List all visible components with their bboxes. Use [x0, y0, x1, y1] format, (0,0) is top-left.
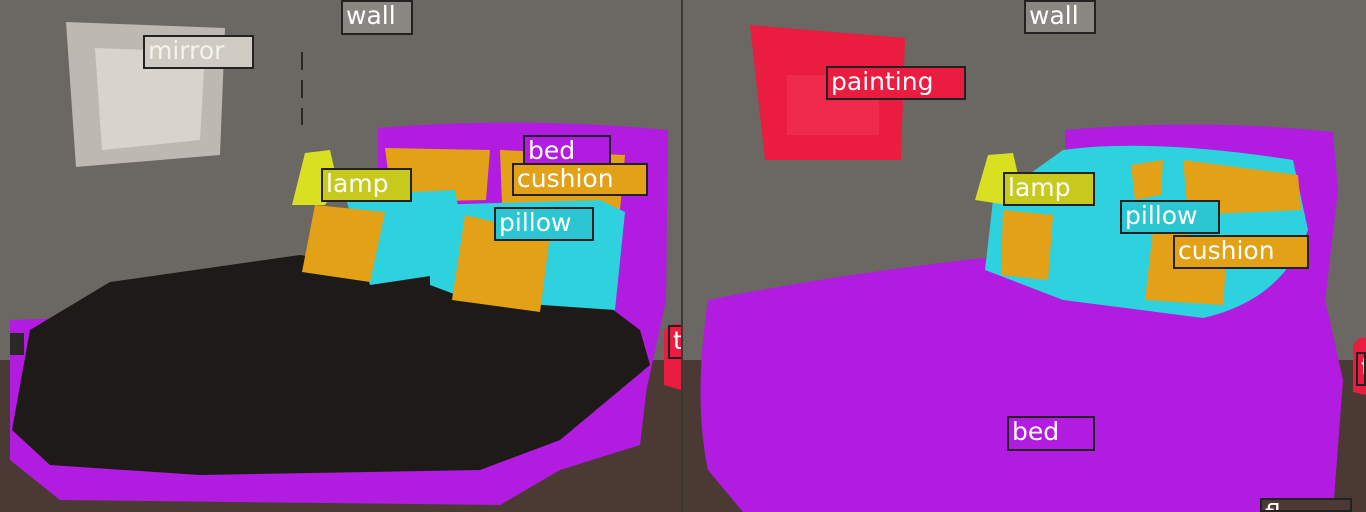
label-wall: wall: [341, 0, 413, 35]
label-lamp: lamp: [321, 168, 412, 202]
segmentation-comparison: wall mirror bed cushion lamp pillow t: [0, 0, 1366, 512]
label-pillow: pillow: [494, 207, 594, 241]
label-painting: painting: [826, 66, 966, 100]
label-lamp: lamp: [1003, 172, 1095, 206]
cushion-region: [1131, 160, 1163, 200]
left-panel: wall mirror bed cushion lamp pillow t: [0, 0, 681, 512]
label-cushion: cushion: [512, 163, 648, 196]
label-floor-partial: fl: [1260, 498, 1352, 512]
label-cushion: cushion: [1173, 235, 1309, 269]
label-partial-right: t: [1356, 352, 1366, 386]
left-scene: [0, 0, 681, 512]
label-wall: wall: [1024, 0, 1096, 34]
label-pillow: pillow: [1120, 200, 1220, 234]
right-panel: wall painting lamp pillow cushion bed t …: [683, 0, 1366, 512]
label-bed: bed: [1007, 416, 1095, 451]
label-partial-right: t: [668, 325, 681, 359]
label-mirror: mirror: [143, 35, 254, 69]
